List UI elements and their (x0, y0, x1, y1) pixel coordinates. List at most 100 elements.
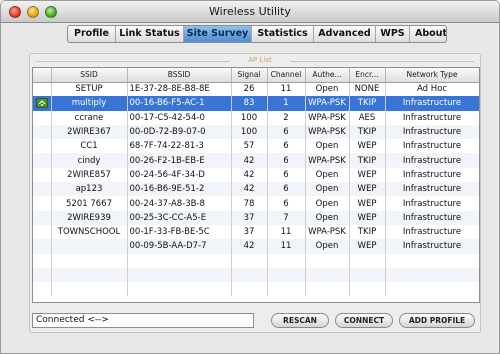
table-row[interactable]: 2WIRE857 00-24-56-4F-34-D 42 6 Open WEP Infras… (33, 167, 479, 183)
status-icon-cell (33, 82, 52, 97)
tab-wps[interactable]: WPS (376, 26, 410, 42)
empty-cell (267, 267, 306, 283)
empty-cell (349, 253, 386, 268)
authentication-cell: WPA-PSK (305, 224, 350, 240)
bssid-cell: 00-0D-72-B9-07-0 (127, 124, 232, 140)
channel-cell: 11 (267, 224, 306, 240)
network-type-cell: Ad Hoc (385, 82, 479, 97)
status-icon-cell (33, 153, 52, 168)
status-icon-cell (33, 196, 52, 211)
network-type-cell: Infrastructure (385, 239, 479, 254)
table-row[interactable]: multiply 00-16-B6-F5-AC-1 83 1 WPA-PSK TKIP In… (33, 96, 479, 111)
signal-column-header[interactable]: Signal (231, 68, 268, 83)
encryption-cell: WEP (349, 139, 386, 154)
authentication-cell: WPA-PSK (305, 153, 350, 168)
tab-profile[interactable]: Profile (68, 26, 116, 42)
channel-column-header[interactable]: Channel (267, 68, 306, 83)
encryption-cell: TKIP (349, 224, 386, 240)
empty-table-row (33, 282, 479, 297)
encryption-cell: WEP (349, 210, 386, 225)
signal-cell: 42 (231, 239, 268, 254)
network-type-column-header[interactable]: Network Type (385, 68, 479, 83)
signal-cell: 37 (231, 224, 268, 240)
authentication-cell: WPA-PSK (305, 96, 350, 111)
authentication-cell: WPA-PSK (305, 110, 350, 125)
authentication-cell: Open (305, 139, 350, 154)
network-type-cell: Infrastructure (385, 110, 479, 125)
table-row[interactable]: CC1 68-7F-74-22-81-3 57 6 Open WEP Infrastruct… (33, 139, 479, 154)
empty-cell (385, 253, 479, 268)
network-type-cell: Infrastructure (385, 210, 479, 225)
bssid-cell: 00-25-3C-CC-A5-E (127, 210, 232, 225)
authentication-cell: Open (305, 196, 350, 211)
empty-cell (51, 253, 128, 268)
empty-cell (267, 282, 306, 297)
ssid-cell: TOWNSCHOOL (51, 224, 128, 240)
table-row[interactable]: ccrane 00-17-C5-42-54-0 100 2 WPA-PSK AES Infr… (33, 110, 479, 125)
signal-cell: 42 (231, 182, 268, 197)
table-row[interactable]: 5201 7667 00-24-37-A8-3B-8 78 6 Open WEP Infra… (33, 196, 479, 211)
encryption-cell: AES (349, 110, 386, 125)
table-row[interactable]: TOWNSCHOOL 00-1F-33-FB-BE-5C 37 11 WPA-PSK TK… (33, 224, 479, 240)
bssid-column-header[interactable]: BSSID (127, 68, 232, 83)
bssid-cell: 00-16-B6-9E-51-2 (127, 182, 232, 197)
network-type-cell: Infrastructure (385, 182, 479, 197)
tab-statistics[interactable]: Statistics (252, 26, 314, 42)
network-type-cell: Infrastructure (385, 153, 479, 168)
tab-link-status[interactable]: Link Status (116, 26, 184, 42)
connect-button[interactable]: CONNECT (335, 313, 393, 328)
channel-cell: 6 (267, 153, 306, 168)
bssid-cell: 00-24-56-4F-34-D (127, 167, 232, 183)
network-type-cell: Infrastructure (385, 167, 479, 183)
channel-cell: 1 (267, 96, 306, 111)
bssid-cell: 00-26-F2-1B-EB-E (127, 153, 232, 168)
signal-cell: 100 (231, 110, 268, 125)
status-icon-cell (33, 224, 52, 240)
table-row[interactable]: SETUP 1E-37-28-8E-B8-8E 26 11 Open NONE Ad Hoc (33, 82, 479, 97)
channel-cell: 2 (267, 110, 306, 125)
ssid-cell: multiply (51, 96, 128, 111)
tab-about[interactable]: About (410, 26, 446, 42)
empty-cell (231, 253, 268, 268)
ap-list-title: AP List (230, 56, 290, 64)
empty-cell (231, 267, 268, 283)
ssid-cell: 2WIRE939 (51, 210, 128, 225)
table-row[interactable]: 2WIRE939 00-25-3C-CC-A5-E 37 7 Open WEP Infras… (33, 210, 479, 225)
authentication-column-header[interactable]: Authe... (305, 68, 350, 83)
tab-site-survey[interactable]: Site Survey (184, 26, 252, 42)
bssid-cell: 68-7F-74-22-81-3 (127, 139, 232, 154)
ssid-column-header[interactable]: SSID (51, 68, 128, 83)
connected-network-icon (35, 98, 48, 109)
ap-list-table: SSID BSSID Signal Channel Authe... Encr... Net… (32, 67, 480, 303)
tab-advanced[interactable]: Advanced (314, 26, 376, 42)
table-row[interactable]: cindy 00-26-F2-1B-EB-E 42 6 WPA-PSK TKIP Infra… (33, 153, 479, 168)
encryption-column-header[interactable]: Encr... (349, 68, 386, 83)
icon-column-header[interactable] (33, 68, 52, 83)
empty-cell (127, 267, 232, 283)
channel-cell: 6 (267, 139, 306, 154)
encryption-cell: TKIP (349, 153, 386, 168)
add-profile-button[interactable]: ADD PROFILE (399, 313, 475, 328)
ssid-cell: cindy (51, 153, 128, 168)
empty-cell (305, 253, 350, 268)
empty-cell (231, 282, 268, 297)
signal-cell: 100 (231, 124, 268, 140)
ssid-cell: SETUP (51, 82, 128, 97)
rescan-button[interactable]: RESCAN (271, 313, 329, 328)
ssid-cell: ccrane (51, 110, 128, 125)
channel-cell: 6 (267, 167, 306, 183)
empty-cell (305, 282, 350, 297)
authentication-cell: Open (305, 167, 350, 183)
empty-table-row (33, 253, 479, 268)
status-icon-cell (33, 182, 52, 197)
status-icon-cell (33, 210, 52, 225)
table-row[interactable]: 00-09-5B-AA-D7-7 42 11 Open WEP Infrastructur… (33, 239, 479, 254)
table-row[interactable]: 2WIRE367 00-0D-72-B9-07-0 100 6 WPA-PSK TKIP I… (33, 124, 479, 140)
table-row[interactable]: ap123 00-16-B6-9E-51-2 42 6 Open WEP Infrastru… (33, 182, 479, 197)
bssid-cell: 00-17-C5-42-54-0 (127, 110, 232, 125)
network-type-cell: Infrastructure (385, 96, 479, 111)
authentication-cell: Open (305, 82, 350, 97)
table-header-row: SSID BSSID Signal Channel Authe... Encr... Net… (33, 68, 479, 83)
tab-bar: Profile Link Status Site Survey Statistics A… (67, 25, 447, 43)
ssid-cell: 2WIRE857 (51, 167, 128, 183)
